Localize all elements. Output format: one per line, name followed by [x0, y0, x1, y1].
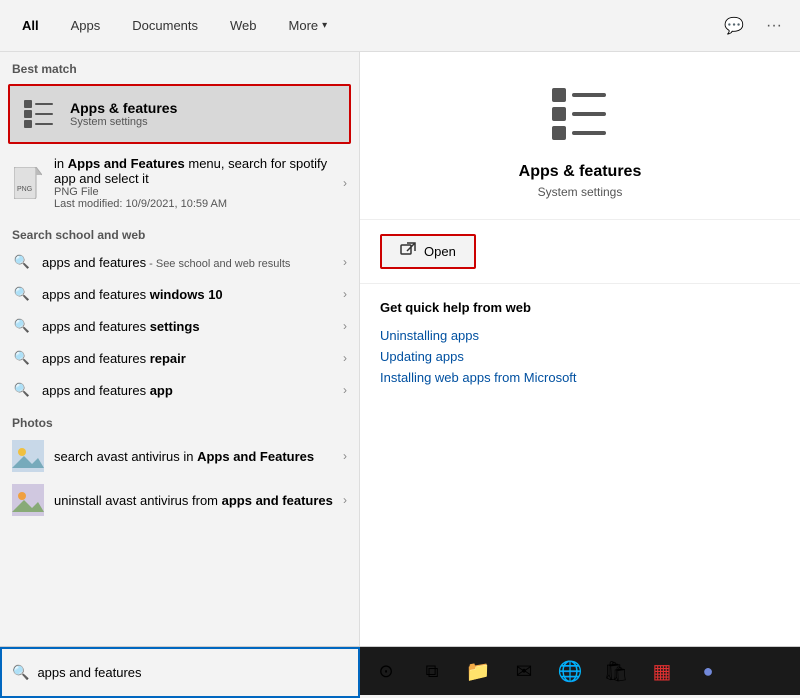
file-type: PNG File: [54, 186, 333, 198]
file-result-item[interactable]: PNG in Apps and Features menu, search fo…: [0, 148, 359, 218]
chevron-right-icon: ›: [343, 255, 347, 269]
search-icon: 🔍: [12, 284, 32, 304]
taskbar-discord-btn[interactable]: ●: [686, 649, 730, 693]
photo-text-2: uninstall avast antivirus from apps and …: [54, 493, 333, 508]
search-bar-icon: 🔍: [12, 664, 29, 681]
search-icon: 🔍: [12, 348, 32, 368]
photo-name-1: search avast antivirus in Apps and Featu…: [54, 449, 333, 464]
quick-help-title: Get quick help from web: [380, 300, 780, 315]
best-match-subtitle: System settings: [70, 116, 177, 128]
taskbar-folder-icon: 📁: [466, 659, 491, 684]
tab-apps[interactable]: Apps: [57, 12, 115, 39]
search-school-web-label: Search school and web: [0, 218, 359, 246]
taskbar-discord-icon: ●: [703, 661, 714, 682]
tab-web[interactable]: Web: [216, 12, 271, 39]
taskbar-store-btn[interactable]: 🛍: [594, 649, 638, 693]
detail-apps-features-icon: [548, 82, 612, 151]
web-result-text-2: apps and features windows 10: [42, 287, 333, 302]
tab-more[interactable]: More ▾: [275, 12, 342, 39]
tab-documents[interactable]: Documents: [118, 12, 212, 39]
help-link-2[interactable]: Updating apps: [380, 346, 780, 367]
best-match-label: Best match: [0, 52, 359, 80]
chevron-right-icon: ›: [343, 287, 347, 301]
photo-result-1[interactable]: search avast antivirus in Apps and Featu…: [0, 434, 359, 478]
help-link-3[interactable]: Installing web apps from Microsoft: [380, 367, 780, 388]
photo-name-2: uninstall avast antivirus from apps and …: [54, 493, 333, 508]
quick-help-section: Get quick help from web Uninstalling app…: [360, 284, 800, 404]
open-button-area: Open: [360, 220, 800, 284]
search-icon: 🔍: [12, 316, 32, 336]
taskbar-tiles-icon: ▦: [653, 659, 672, 684]
photo-result-2[interactable]: uninstall avast antivirus from apps and …: [0, 478, 359, 522]
tab-all[interactable]: All: [8, 12, 53, 39]
open-button[interactable]: Open: [380, 234, 476, 269]
search-icon: 🔍: [12, 380, 32, 400]
photo-text-1: search avast antivirus in Apps and Featu…: [54, 449, 333, 464]
taskbar-folder-btn[interactable]: 📁: [456, 649, 500, 693]
search-input[interactable]: [37, 665, 348, 680]
taskbar-task-view-btn[interactable]: ⧉: [410, 649, 454, 693]
taskbar-edge-btn[interactable]: 🌐: [548, 649, 592, 693]
detail-app-subtitle: System settings: [538, 185, 623, 199]
taskbar-tiles-btn[interactable]: ▦: [640, 649, 684, 693]
web-result-text-3: apps and features settings: [42, 319, 333, 334]
best-match-item[interactable]: Apps & features System settings: [8, 84, 351, 144]
main-content: Best match Apps & features System settin…: [0, 52, 800, 646]
taskbar-search-btn[interactable]: ⊙: [364, 649, 408, 693]
web-result-text-1: apps and features - See school and web r…: [42, 255, 333, 270]
taskbar-mail-btn[interactable]: ✉: [502, 649, 546, 693]
chevron-right-icon: ›: [343, 351, 347, 365]
web-result-1[interactable]: 🔍 apps and features - See school and web…: [0, 246, 359, 278]
web-result-2[interactable]: 🔍 apps and features windows 10 ›: [0, 278, 359, 310]
help-link-1[interactable]: Uninstalling apps: [380, 325, 780, 346]
file-name: in Apps and Features menu, search for sp…: [54, 156, 333, 186]
photo-thumbnail-1: [12, 440, 44, 472]
best-match-text: Apps & features System settings: [70, 100, 177, 128]
taskbar-search-icon: ⊙: [378, 661, 393, 682]
detail-app-name: Apps & features: [519, 163, 642, 181]
best-match-title: Apps & features: [70, 100, 177, 116]
png-file-icon: PNG: [12, 167, 44, 199]
file-text: in Apps and Features menu, search for sp…: [54, 156, 333, 210]
chevron-right-icon: ›: [343, 319, 347, 333]
web-result-text-4: apps and features repair: [42, 351, 333, 366]
right-panel: Apps & features System settings Open Get…: [360, 52, 800, 646]
chevron-right-icon: ›: [343, 449, 347, 463]
taskbar-mail-icon: ✉: [516, 659, 533, 684]
photo-thumbnail-2: [12, 484, 44, 516]
chevron-right-icon: ›: [343, 176, 347, 190]
more-options-icon[interactable]: ···: [756, 8, 792, 44]
taskbar-task-icon: ⧉: [426, 661, 439, 682]
web-result-text-5: apps and features app: [42, 383, 333, 398]
app-detail: Apps & features System settings: [360, 52, 800, 220]
search-icon: 🔍: [12, 252, 32, 272]
web-result-4[interactable]: 🔍 apps and features repair ›: [0, 342, 359, 374]
taskbar-store-icon: 🛍: [603, 659, 628, 684]
chevron-down-icon: ▾: [322, 20, 327, 31]
chevron-right-icon: ›: [343, 383, 347, 397]
taskbar-edge-icon: 🌐: [558, 659, 583, 684]
web-result-3[interactable]: 🔍 apps and features settings ›: [0, 310, 359, 342]
open-icon: [400, 242, 416, 261]
feedback-icon[interactable]: 💬: [716, 8, 752, 44]
file-modified: Last modified: 10/9/2021, 10:59 AM: [54, 198, 333, 210]
apps-features-icon: [22, 96, 58, 132]
svg-text:PNG: PNG: [17, 186, 32, 193]
chevron-right-icon: ›: [343, 493, 347, 507]
web-result-5[interactable]: 🔍 apps and features app ›: [0, 374, 359, 406]
photos-label: Photos: [0, 406, 359, 434]
top-nav: All Apps Documents Web More ▾ 💬 ···: [0, 0, 800, 52]
left-panel: Best match Apps & features System settin…: [0, 52, 360, 646]
